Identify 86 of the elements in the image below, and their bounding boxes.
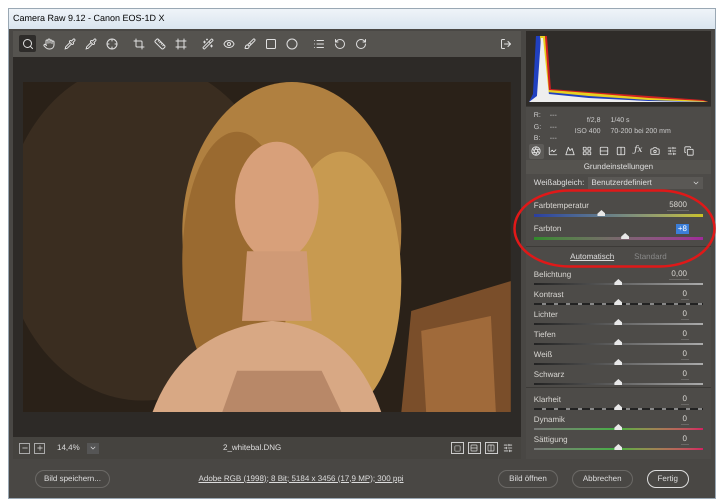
slider-label: Belichtung [534, 270, 572, 280]
square-icon [264, 38, 276, 50]
slider-label: Weiß [534, 350, 552, 360]
curve-icon [548, 146, 558, 156]
zoom-out-button[interactable] [19, 442, 30, 454]
copy-settings-button[interactable] [484, 442, 498, 454]
slider-thumb[interactable] [614, 279, 622, 285]
columns-icon [487, 444, 496, 452]
slider-label: Klarheit [534, 394, 561, 404]
slider-value[interactable]: 0 [680, 289, 689, 300]
chevron-down-icon [692, 179, 700, 187]
rows-icon [470, 444, 478, 452]
auto-link[interactable]: Automatisch [570, 251, 614, 263]
slider-thumb[interactable] [614, 339, 622, 345]
square-icon [454, 444, 461, 452]
slider-thumb[interactable] [597, 210, 606, 216]
rotate-right-icon [354, 38, 366, 50]
brush-icon [244, 38, 256, 50]
slider-value[interactable]: 0 [680, 414, 689, 425]
slider-label: Lichter [534, 310, 558, 320]
slider-value[interactable]: 0 [680, 434, 689, 445]
circle-icon [286, 38, 298, 50]
columns-icon [616, 146, 626, 156]
sliders-icon [667, 146, 678, 156]
hand-icon [42, 38, 54, 50]
balance-mode-dropdown[interactable]: Benutzerdefiniert [588, 177, 703, 189]
window-title: Camera Raw 9.12 - Canon EOS-1D X [13, 12, 165, 26]
slider-label: Tiefen [534, 330, 556, 340]
slider-thumb[interactable] [614, 404, 622, 410]
rotate-left-icon [334, 38, 346, 50]
grid-icon [582, 146, 592, 156]
swap-button[interactable] [468, 442, 481, 454]
zoom-dropdown[interactable] [87, 442, 99, 454]
footer-button[interactable]: Bild öffnen [498, 470, 558, 488]
search-icon [22, 38, 34, 50]
zoom-in-button[interactable] [34, 442, 45, 454]
crosshair-icon [106, 38, 118, 50]
slider-thumb[interactable] [614, 424, 622, 430]
slider-label: Farbtemperatur [534, 200, 589, 210]
slider-thumb[interactable] [614, 319, 622, 325]
footer-button[interactable]: Fertig [646, 470, 689, 488]
footer-button[interactable]: Abbrechen [572, 470, 633, 488]
ruler-icon [154, 38, 166, 50]
crop-icon [132, 38, 144, 50]
slider-value[interactable]: 5800 [667, 200, 689, 211]
preview-settings-button[interactable] [502, 442, 515, 454]
aperture-icon [531, 146, 542, 156]
file-name: 2_whitebal.DNG [223, 442, 282, 454]
slider-value[interactable]: 0 [680, 329, 689, 340]
slider-value[interactable]: 0,00 [669, 269, 689, 280]
slider-thumb[interactable] [614, 299, 622, 305]
eyedropper-icon [64, 38, 76, 50]
plus-icon [36, 444, 44, 452]
workflow-link[interactable]: Adobe RGB (1998); 8 Bit; 5184 x 3456 (17,9 MP); 300 ppi [198, 472, 404, 484]
zoom-level: 14,4% [57, 442, 81, 454]
camera-icon [650, 146, 660, 156]
slider-value[interactable]: +8 [676, 224, 689, 234]
slider-value[interactable]: 0 [680, 394, 689, 405]
slider-thumb[interactable] [621, 233, 630, 239]
slider-label: Farbton [534, 224, 562, 234]
copy-icon [684, 146, 694, 156]
slider-label: Dynamik [534, 414, 565, 424]
panel-tab[interactable]: ƒx [630, 144, 646, 158]
slider-value[interactable]: 0 [680, 369, 689, 380]
tool-button[interactable] [19, 35, 36, 52]
rows-icon [599, 146, 610, 156]
slider-thumb[interactable] [614, 444, 622, 450]
frame-icon [174, 38, 186, 50]
slider-value[interactable]: 0 [680, 309, 689, 320]
panel-title: Grundeinstellungen [584, 161, 654, 173]
balance-mode-label: Weißabgleich: [534, 177, 584, 189]
panel-tab[interactable] [528, 144, 544, 158]
sliders-icon [503, 443, 514, 454]
y-view-button[interactable] [450, 442, 464, 454]
wand-icon [202, 38, 214, 50]
slider-label: Kontrast [534, 290, 564, 300]
eyedropper-plus-icon [84, 38, 96, 50]
mountain-icon [565, 146, 576, 156]
slider-label: Schwarz [534, 370, 564, 380]
slider-thumb[interactable] [614, 359, 622, 365]
exit-icon [500, 38, 512, 50]
eye-icon [222, 38, 234, 50]
slider-value[interactable]: 0 [680, 349, 689, 360]
slider-label: Sättigung [534, 434, 568, 444]
slider-thumb[interactable] [614, 379, 622, 385]
save-image-button[interactable]: Bild speichern... [35, 470, 110, 488]
